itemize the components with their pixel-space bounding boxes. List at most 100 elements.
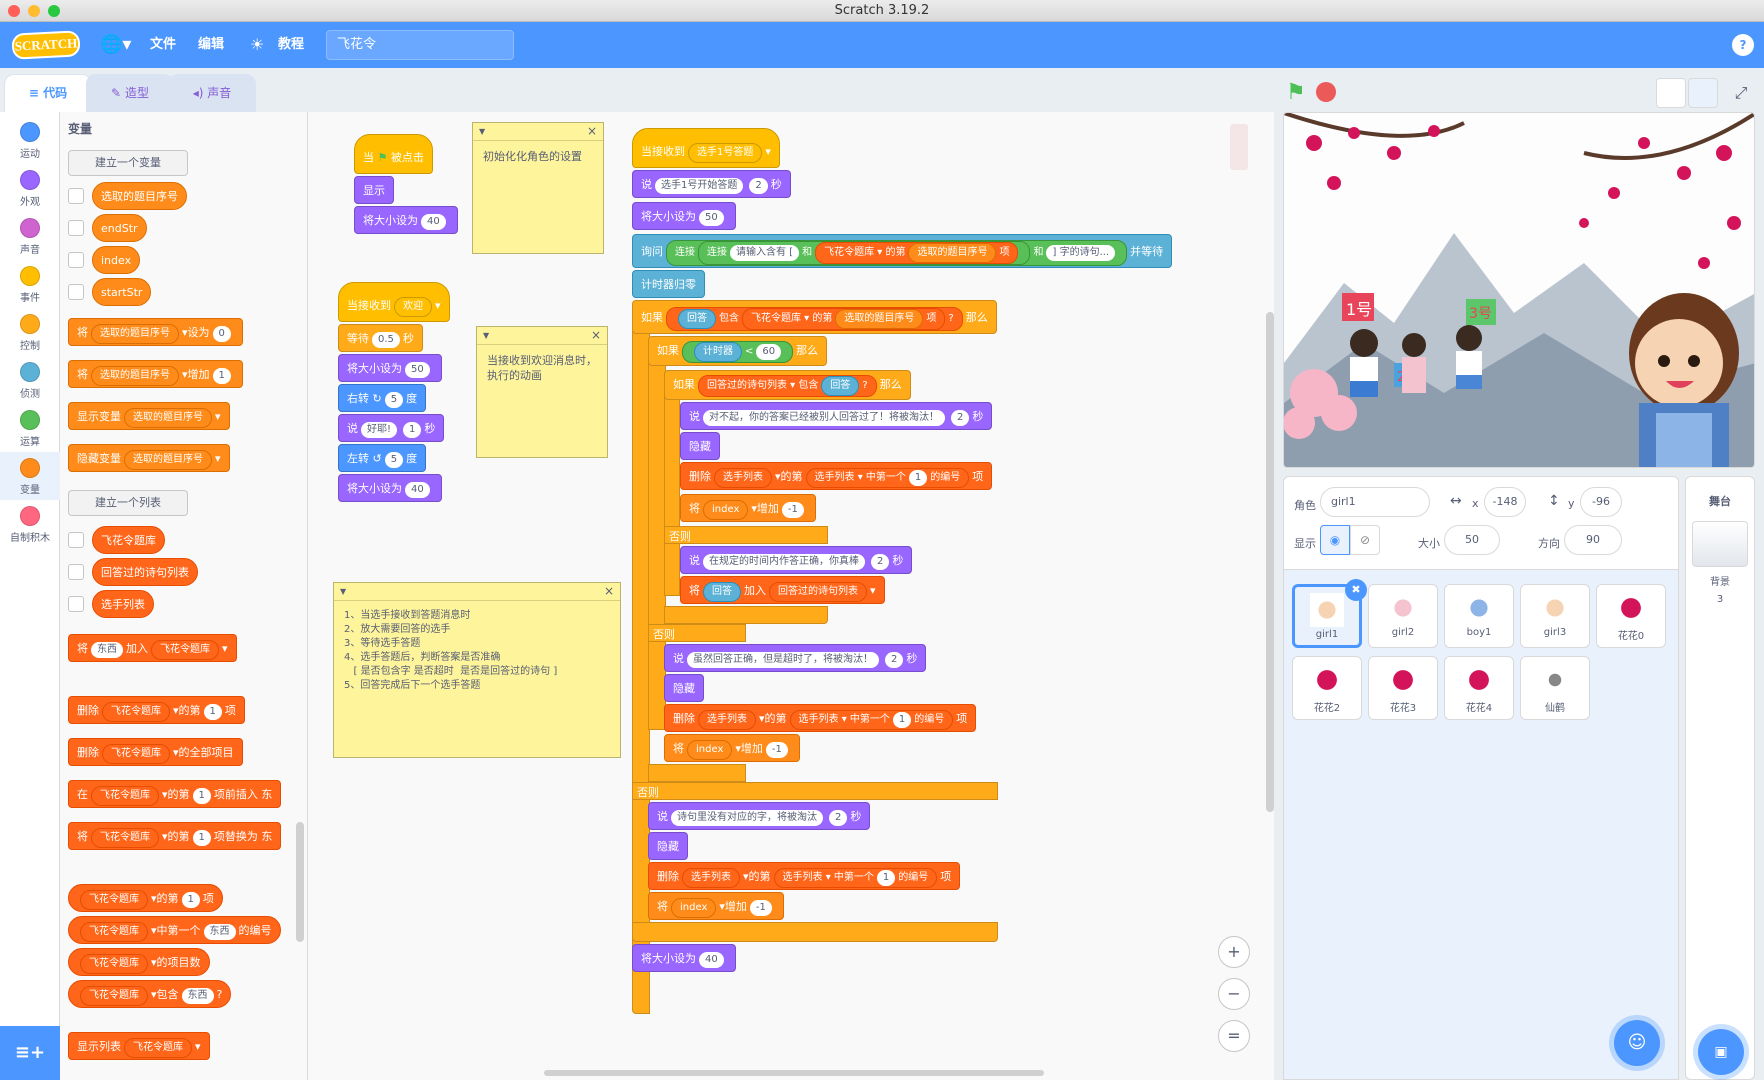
menu-file[interactable]: 文件 [150, 22, 176, 68]
ask-and-wait-block[interactable]: 询问 连接 连接 请输入含有 [和飞花令题库 ▾ 的第 选取的题目序号项和] 字的诗句.… [632, 234, 1173, 268]
hide-block[interactable]: 隐藏 [648, 832, 688, 860]
list-item-number-reporter[interactable]: 飞花令题库 ▾中第一个 东西 的编号 [68, 916, 281, 944]
show-eye-icon[interactable]: ◉ [1320, 525, 1350, 555]
sprite-tile[interactable]: girl2 [1368, 584, 1438, 648]
tab-code[interactable]: ≡ 代码 [4, 74, 92, 114]
set-size-block[interactable]: 将大小设为 40 [632, 944, 736, 972]
change-variable-block[interactable]: 将 index ▾增加 -1 [648, 892, 784, 920]
list-length-reporter[interactable]: 飞花令题库 ▾的项目数 [68, 948, 210, 976]
language-globe-icon[interactable]: 🌐▾ [100, 22, 131, 68]
collapse-icon[interactable]: ▼ [483, 331, 489, 340]
y-position-input[interactable]: -96 [1580, 487, 1622, 517]
delete-list-item-block[interactable]: 删除 选手列表 ▾的第 选手列表 ▾ 中第一个 1 的编号项 [648, 862, 961, 890]
add-to-list-block[interactable]: 将回答 加入 回答过的诗句列表 ▾ [680, 576, 885, 604]
sprite-tile[interactable]: girl3 [1520, 584, 1590, 648]
say-for-secs-block[interactable]: 说虽然回答正确，但是超时了，将被淘汰！ 2 秒 [664, 644, 927, 672]
size-input[interactable]: 50 [1444, 525, 1500, 555]
zoom-out-button[interactable]: − [1218, 978, 1250, 1010]
say-for-secs-block[interactable]: 说诗句里没有对应的字，将被淘汰 2 秒 [648, 802, 871, 830]
comment-note[interactable]: ▼ × 初始化化角色的设置 [472, 122, 604, 254]
minimize-window-button[interactable] [28, 5, 40, 17]
stage-canvas[interactable]: 1号 2号 3号 [1283, 112, 1755, 468]
list-checkbox[interactable] [68, 596, 84, 612]
comment-note[interactable]: ▼ × 当接收到欢迎消息时，执行的动画 [476, 326, 608, 458]
say-for-secs-block[interactable]: 说对不起，你的答案已经被别人回答过了！将被淘汰！ 2 秒 [680, 402, 993, 430]
menu-edit[interactable]: 编辑 [198, 22, 224, 68]
show-list-block[interactable]: 显示列表 飞花令题库 ▾ [68, 1032, 210, 1060]
say-for-secs-block[interactable]: 说选手1号开始答题 2 秒 [632, 170, 791, 198]
list-checkbox[interactable] [68, 564, 84, 580]
change-variable-block[interactable]: 将 index ▾增加 -1 [680, 494, 816, 522]
show-block[interactable]: 显示 [354, 176, 394, 204]
when-receive-hat[interactable]: 当接收到 欢迎 ▾ [338, 282, 450, 322]
list-item-reporter[interactable]: 飞花令题库 ▾的第 1 项 [68, 884, 223, 912]
set-size-block[interactable]: 将大小设为 40 [354, 206, 458, 234]
wait-block[interactable]: 等待 0.5 秒 [338, 324, 423, 352]
maximize-window-button[interactable] [48, 5, 60, 17]
choose-backdrop-icon[interactable]: ▣ [1698, 1029, 1744, 1075]
tab-costumes[interactable]: ✎ 造型 [86, 74, 174, 112]
list-contains-boolean[interactable]: 飞花令题库 ▾包含 东西? [68, 980, 232, 1008]
category-sound[interactable]: 声音 [0, 212, 60, 260]
variable-reporter[interactable]: startStr [92, 278, 152, 306]
delete-all-list-block[interactable]: 删除 飞花令题库 ▾的全部项目 [68, 738, 243, 766]
green-flag-icon[interactable]: ⚑ [1286, 80, 1306, 105]
if-else-block[interactable]: 如果 回答 包含 飞花令题库 ▾ 的第 选取的题目序号项? 那么 [632, 300, 997, 334]
help-icon[interactable]: ? [1732, 34, 1754, 56]
category-sensing[interactable]: 侦测 [0, 356, 60, 404]
set-size-block[interactable]: 将大小设为 40 [338, 474, 442, 502]
large-stage-icon[interactable] [1688, 78, 1718, 108]
list-reporter[interactable]: 飞花令题库 [92, 526, 165, 554]
say-for-secs-block[interactable]: 说好耶! 1 秒 [338, 414, 445, 442]
category-control[interactable]: 控制 [0, 308, 60, 356]
small-stage-icon[interactable] [1656, 78, 1686, 108]
category-events[interactable]: 事件 [0, 260, 60, 308]
trash-icon[interactable]: ✖ [1345, 579, 1367, 601]
when-flag-clicked-hat[interactable]: 当 ⚑ 被点击 [354, 134, 433, 174]
hide-eye-icon[interactable]: ⊘ [1350, 525, 1380, 555]
list-checkbox[interactable] [68, 532, 84, 548]
zoom-in-button[interactable]: + [1218, 936, 1250, 968]
variable-checkbox[interactable] [68, 284, 84, 300]
sprite-tile[interactable]: 仙鹤 [1520, 656, 1590, 720]
variable-checkbox[interactable] [68, 188, 84, 204]
change-variable-block[interactable]: 将 index ▾增加 -1 [664, 734, 800, 762]
sprite-tile[interactable]: 花花4 [1444, 656, 1514, 720]
x-position-input[interactable]: -148 [1484, 487, 1526, 517]
project-title-input[interactable]: 飞花令 [326, 30, 514, 60]
workspace-horizontal-scrollbar[interactable] [544, 1070, 1044, 1076]
category-variables[interactable]: 变量 [0, 452, 60, 500]
hide-variable-block[interactable]: 隐藏变量 选取的题目序号 ▾ [68, 444, 230, 472]
stage-panel[interactable]: 舞台 背景 3 ▣ [1685, 476, 1755, 1080]
list-reporter[interactable]: 回答过的诗句列表 [92, 558, 198, 586]
replace-list-item-block[interactable]: 将飞花令题库 ▾的第 1 项替换为 东 [68, 822, 282, 850]
say-for-secs-block[interactable]: 说在规定的时间内作答正确，你真棒 2 秒 [680, 546, 913, 574]
insert-list-item-block[interactable]: 在飞花令题库 ▾的第 1 项前插入 东 [68, 780, 282, 808]
reset-timer-block[interactable]: 计时器归零 [632, 270, 705, 298]
delete-list-item-block[interactable]: 删除 选手列表 ▾的第 选手列表 ▾ 中第一个 1 的编号项 [680, 462, 993, 490]
hide-block[interactable]: 隐藏 [664, 674, 704, 702]
fullscreen-icon[interactable]: ⤢ [1726, 78, 1756, 108]
category-operators[interactable]: 运算 [0, 404, 60, 452]
close-icon[interactable]: × [587, 124, 597, 138]
category-motion[interactable]: 运动 [0, 116, 60, 164]
if-else-block[interactable]: 如果 回答过的诗句列表 ▾ 包含 回答? 那么 [664, 370, 911, 400]
variable-checkbox[interactable] [68, 220, 84, 236]
delete-list-item-block[interactable]: 删除 飞花令题库 ▾的第 1 项 [68, 696, 245, 724]
category-my-blocks[interactable]: 自制积木 [0, 500, 60, 548]
scratch-logo[interactable]: SCRATCH [11, 30, 81, 60]
close-window-button[interactable] [8, 5, 20, 17]
stop-icon[interactable] [1316, 82, 1336, 102]
set-size-block[interactable]: 将大小设为 50 [338, 354, 442, 382]
variable-reporter[interactable]: endStr [92, 214, 147, 242]
direction-input[interactable]: 90 [1564, 525, 1622, 555]
sprite-tile[interactable]: boy1 [1444, 584, 1514, 648]
collapse-icon[interactable]: ▼ [340, 587, 346, 596]
set-size-block[interactable]: 将大小设为 50 [632, 202, 736, 230]
set-variable-block[interactable]: 将选取的题目序号 ▾设为 0 [68, 318, 243, 346]
turn-left-block[interactable]: 左转 ↺ 5 度 [338, 444, 427, 472]
add-extension-button[interactable]: ≡+ [0, 1026, 60, 1080]
turn-right-block[interactable]: 右转 ↻ 5 度 [338, 384, 427, 412]
variable-reporter[interactable]: index [92, 246, 141, 274]
palette-scrollbar[interactable] [296, 822, 304, 942]
